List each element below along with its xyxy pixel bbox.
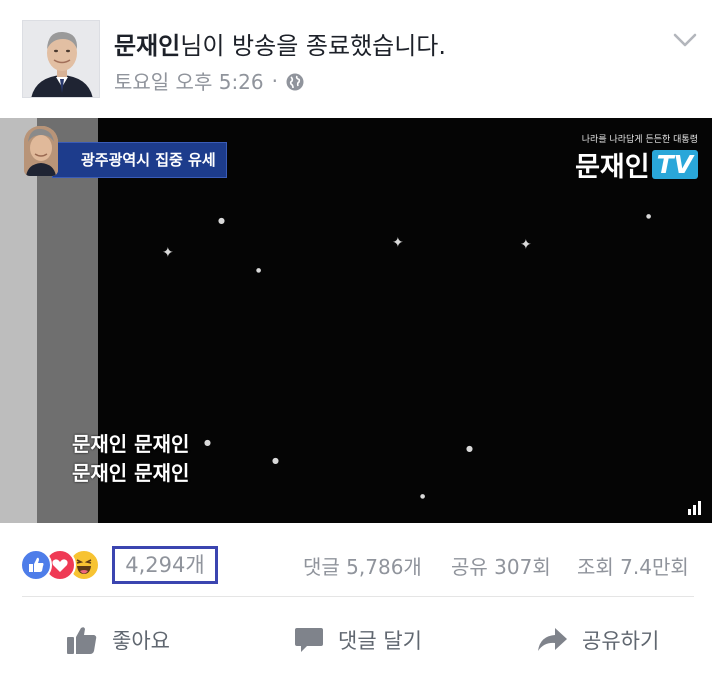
reaction-icons[interactable] [20, 549, 120, 581]
meta-separator: · [271, 68, 278, 93]
share-button-label: 공유하기 [582, 629, 660, 653]
like-button-label: 좋아요 [112, 629, 170, 653]
share-arrow-icon [536, 626, 568, 654]
sparkle-icon: ● [204, 438, 211, 447]
sparkle-icon: ● [466, 444, 473, 453]
caption-portrait-icon [24, 126, 58, 176]
sparkle-icon: ● [218, 216, 225, 225]
sparkle-icon: ● [272, 456, 279, 465]
sparkle-icon: ✦ [520, 237, 532, 253]
avatar[interactable] [22, 20, 100, 98]
post-title: 문재인님이 방송을 종료했습니다. [114, 26, 446, 61]
stats-row: 4,294개 댓글 5,786개 공유 307회 조회 7.4만회 [0, 523, 712, 603]
video-chant-caption: 문재인 문재인 문재인 문재인 [72, 430, 189, 488]
comment-button[interactable]: 댓글 달기 [294, 622, 422, 658]
video-left-strip [0, 118, 37, 523]
sparkle-icon: ✦ [392, 235, 404, 251]
chevron-down-icon[interactable] [672, 30, 698, 50]
reaction-count[interactable]: 4,294개 [112, 546, 218, 584]
tv-logo: 나라를 나라답게 든든한 대통령 문재인 TV [575, 132, 698, 184]
view-count[interactable]: 조회 7.4만회 [577, 551, 689, 580]
action-bar: 좋아요 댓글 달기 공유하기 [0, 604, 712, 679]
video-caption-top: 광주광역시 집중 유세 [52, 142, 227, 178]
share-button[interactable]: 공유하기 [536, 622, 659, 658]
thumbs-up-icon [66, 625, 98, 655]
chant-line: 문재인 문재인 [72, 461, 190, 485]
signal-bars-icon [688, 501, 706, 515]
tv-logo-badge: TV [651, 150, 698, 179]
like-button[interactable]: 좋아요 [66, 622, 170, 658]
globe-icon [286, 72, 304, 90]
comment-button-label: 댓글 달기 [338, 629, 422, 653]
tv-logo-main: 문재인 TV [575, 145, 698, 184]
post-meta: 토요일 오후 5:26 · [114, 66, 304, 95]
video-player[interactable]: 광주광역시 집중 유세 나라를 나라답게 든든한 대통령 문재인 TV ✦ ✦ … [0, 118, 712, 523]
sparkle-icon: ● [420, 493, 426, 500]
comment-icon [294, 625, 324, 655]
post-title-suffix: 님이 방송을 종료했습니다. [180, 32, 447, 60]
like-reaction-icon [20, 549, 52, 581]
post-timestamp[interactable]: 토요일 오후 5:26 [114, 66, 264, 95]
divider [22, 596, 694, 597]
author-name[interactable]: 문재인 [114, 32, 180, 60]
share-count[interactable]: 공유 307회 [451, 551, 551, 580]
sparkle-icon: ✦ [162, 245, 174, 261]
tv-logo-slogan: 나라를 나라답게 든든한 대통령 [581, 135, 698, 145]
tv-logo-name: 문재인 [575, 152, 650, 183]
post-header: 문재인님이 방송을 종료했습니다. 토요일 오후 5:26 · [0, 0, 712, 118]
chant-line: 문재인 문재인 [72, 432, 190, 456]
comment-count[interactable]: 댓글 5,786개 [303, 551, 422, 580]
sparkle-icon: ● [646, 213, 652, 220]
sparkle-icon: ● [256, 267, 262, 274]
